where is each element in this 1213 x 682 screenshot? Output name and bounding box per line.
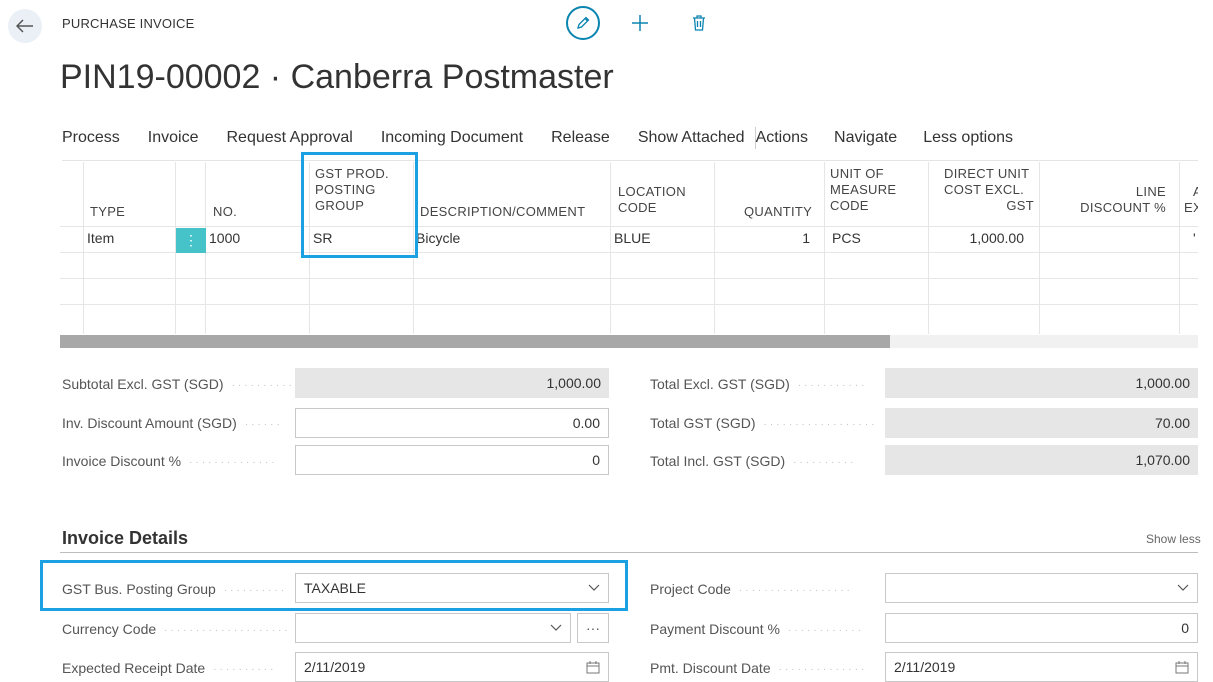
header-line: CODE bbox=[830, 198, 869, 213]
column-header-direct-unit-cost[interactable]: DIRECT UNIT COST EXCL. GST bbox=[934, 166, 1034, 214]
expected-receipt-date-field[interactable]: 2/11/2019 bbox=[295, 652, 609, 682]
action-less-options[interactable]: Less options bbox=[923, 129, 1013, 147]
subtotal-label: Subtotal Excl. GST (SGD) ·········· bbox=[62, 376, 295, 392]
cell-type[interactable]: Item bbox=[87, 230, 114, 246]
total-gst-label: Total GST (SGD) ·················· bbox=[650, 415, 878, 431]
divider bbox=[62, 160, 1198, 161]
header-line: UNIT OF bbox=[830, 166, 884, 181]
delete-button[interactable] bbox=[686, 10, 712, 36]
column-header-no[interactable]: NO. bbox=[213, 204, 237, 220]
edit-button[interactable] bbox=[566, 6, 600, 40]
more-icon: ··· bbox=[586, 620, 600, 636]
highlight-box-gst-prod bbox=[301, 152, 418, 258]
action-show-attached[interactable]: Show Attached bbox=[638, 129, 745, 147]
total-incl-value: 1,070.00 bbox=[885, 445, 1198, 475]
action-incoming-document[interactable]: Incoming Document bbox=[381, 129, 523, 147]
highlight-box-gst-bus bbox=[40, 560, 628, 611]
column-header-type[interactable]: TYPE bbox=[90, 204, 125, 220]
trash-icon bbox=[693, 15, 705, 31]
pmt-discount-date-label: Pmt. Discount Date ·············· bbox=[650, 660, 868, 676]
header-line: DISCOUNT % bbox=[1080, 200, 1166, 215]
action-actions[interactable]: Actions bbox=[756, 129, 808, 147]
action-navigate[interactable]: Navigate bbox=[834, 129, 897, 147]
show-less-link[interactable]: Show less bbox=[1146, 532, 1201, 546]
action-bar: Process Invoice Request Approval Incomin… bbox=[62, 127, 1013, 149]
subtotal-value: 1,000.00 bbox=[295, 368, 609, 398]
page-title: PIN19-00002 · Canberra Postmaster bbox=[60, 58, 614, 96]
table-row[interactable] bbox=[60, 304, 1198, 330]
table-row[interactable] bbox=[60, 278, 1198, 304]
pencil-icon bbox=[577, 16, 590, 29]
column-header-uom[interactable]: UNIT OF MEASURE CODE bbox=[830, 166, 896, 214]
action-process[interactable]: Process bbox=[62, 129, 120, 147]
cell-no[interactable]: 1000 bbox=[209, 230, 240, 246]
action-invoice[interactable]: Invoice bbox=[148, 129, 199, 147]
header-line: GST bbox=[1006, 198, 1034, 213]
header-line: CODE bbox=[618, 200, 657, 215]
project-code-label: Project Code ·················· bbox=[650, 581, 853, 597]
total-excl-value: 1,000.00 bbox=[885, 368, 1198, 398]
header-line: A bbox=[1193, 184, 1198, 199]
calendar-icon[interactable] bbox=[1175, 660, 1189, 674]
new-button[interactable] bbox=[625, 8, 655, 38]
total-incl-label: Total Incl. GST (SGD) ·········· bbox=[650, 453, 857, 469]
header-line: EX bbox=[1184, 200, 1198, 215]
inv-discount-amount-label: Inv. Discount Amount (SGD) ······ bbox=[62, 415, 283, 431]
section-divider bbox=[60, 552, 1198, 553]
total-gst-value: 70.00 bbox=[885, 408, 1198, 438]
header-line: MEASURE bbox=[830, 182, 897, 197]
pmt-discount-date-value: 2/11/2019 bbox=[894, 659, 956, 675]
header-line: DIRECT UNIT bbox=[944, 166, 1030, 181]
column-header-description[interactable]: DESCRIPTION/COMMENT bbox=[420, 204, 585, 220]
payment-discount-pct-field[interactable]: 0 bbox=[885, 613, 1198, 643]
project-code-select[interactable] bbox=[885, 573, 1198, 603]
header-line: LINE bbox=[1135, 184, 1166, 199]
currency-code-label: Currency Code ···················· bbox=[62, 621, 291, 637]
column-header-quantity[interactable]: QUANTITY bbox=[744, 204, 812, 220]
table-row[interactable] bbox=[60, 252, 1198, 278]
invoice-discount-pct-field[interactable]: 0 bbox=[295, 445, 609, 475]
chevron-down-icon bbox=[550, 624, 562, 631]
cell-description[interactable]: Bicycle bbox=[416, 230, 460, 246]
header-line: LOCATION bbox=[618, 184, 686, 199]
lines-grid: TYPE NO. GST PROD. POSTING GROUP DESCRIP… bbox=[60, 162, 1198, 334]
expected-receipt-date-value: 2/11/2019 bbox=[304, 659, 366, 675]
payment-discount-pct-label: Payment Discount % ············ bbox=[650, 621, 864, 637]
plus-icon bbox=[632, 15, 648, 31]
expected-receipt-date-label: Expected Receipt Date ·········· bbox=[62, 660, 277, 676]
total-excl-label: Total Excl. GST (SGD) ··········· bbox=[650, 376, 868, 392]
column-header-location[interactable]: LOCATION CODE bbox=[618, 184, 686, 216]
back-arrow-icon bbox=[16, 19, 33, 33]
currency-lookup-button[interactable]: ··· bbox=[577, 613, 609, 643]
invoice-discount-pct-label: Invoice Discount % ·············· bbox=[62, 453, 278, 469]
column-header-amount[interactable]: A EX bbox=[1182, 184, 1198, 216]
cell-direct-unit-cost[interactable]: 1,000.00 bbox=[940, 230, 1025, 246]
action-release[interactable]: Release bbox=[551, 129, 610, 147]
back-button[interactable] bbox=[8, 9, 42, 43]
pmt-discount-date-field[interactable]: 2/11/2019 bbox=[885, 652, 1198, 682]
action-request-approval[interactable]: Request Approval bbox=[227, 129, 353, 147]
row-menu-icon[interactable]: ⋮ bbox=[176, 228, 206, 253]
cell-amount-clipped: ' bbox=[1193, 230, 1196, 246]
column-header-line-discount[interactable]: LINE DISCOUNT % bbox=[1050, 184, 1166, 216]
calendar-icon[interactable] bbox=[586, 660, 600, 674]
breadcrumb: PURCHASE INVOICE bbox=[62, 16, 195, 31]
cell-location[interactable]: BLUE bbox=[614, 230, 651, 246]
header-line: COST EXCL. bbox=[944, 182, 1025, 197]
cell-uom[interactable]: PCS bbox=[832, 230, 861, 246]
cell-quantity[interactable]: 1 bbox=[780, 230, 810, 246]
scrollbar-thumb[interactable] bbox=[60, 335, 890, 348]
section-title: Invoice Details bbox=[62, 528, 189, 548]
currency-code-select[interactable] bbox=[295, 613, 571, 643]
inv-discount-amount-field[interactable]: 0.00 bbox=[295, 408, 609, 438]
chevron-down-icon bbox=[1177, 584, 1189, 591]
